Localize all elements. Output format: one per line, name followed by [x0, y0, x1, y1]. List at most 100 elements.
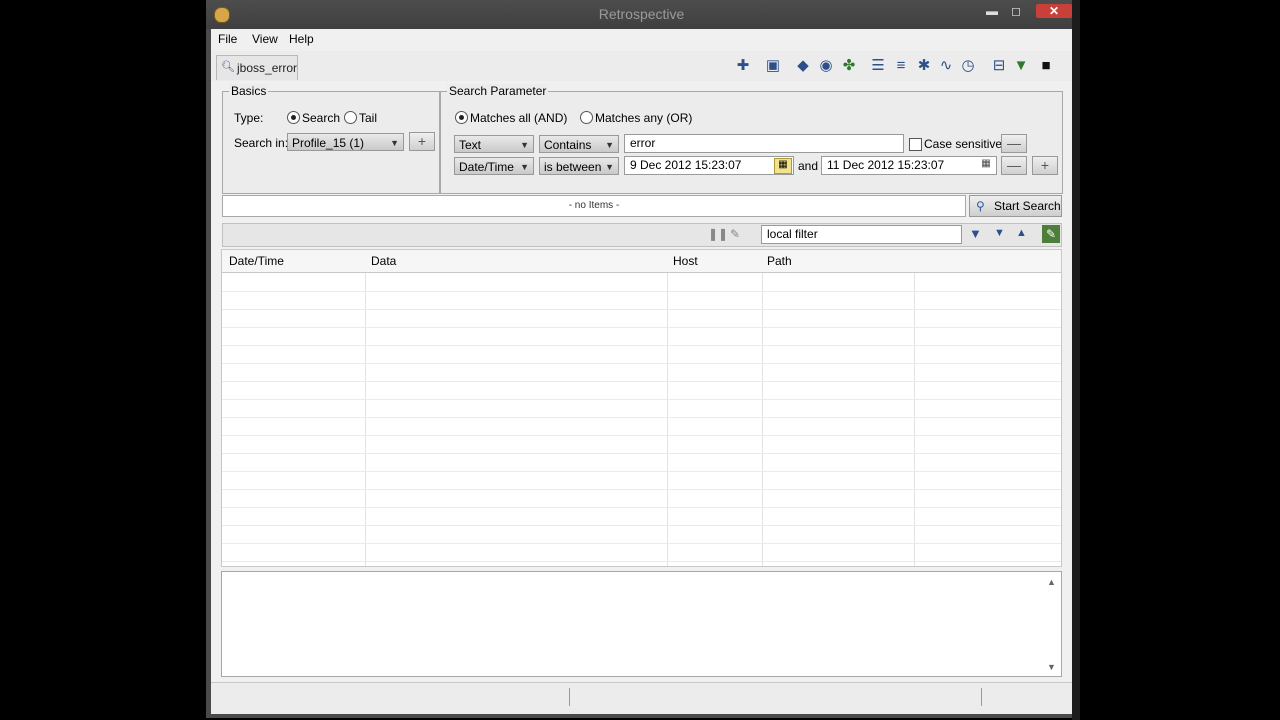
toolbar: 🔍︎ jboss_error ✚ ▣ ◆ ◉ ✤ ☰ ≡ ✱ ∿ ◷ ⊟ ▼ ■	[211, 51, 1072, 81]
column-divider	[914, 273, 915, 566]
search-parameter-group: Search Parameter Matches all (AND) Match…	[440, 84, 1063, 194]
tab-label: jboss_error	[237, 61, 298, 75]
status-divider	[569, 688, 570, 706]
star-icon[interactable]: ✱	[914, 56, 934, 76]
minimize-button[interactable]: ▬	[981, 4, 1003, 18]
title-bar[interactable]: Retrospective ▬ ◻ ✕	[206, 0, 1077, 29]
search-status-bar: - no Items -	[222, 195, 966, 217]
table-row-line	[222, 363, 1061, 364]
table-row-line	[222, 417, 1061, 418]
tab-jboss-error[interactable]: 🔍︎ jboss_error	[216, 55, 298, 80]
detail-pane[interactable]: ▲ ▼	[221, 571, 1062, 677]
type-label: Type:	[234, 111, 264, 125]
puzzle-icon[interactable]: ✤	[839, 56, 859, 76]
list-lines-icon[interactable]: ≡	[891, 56, 911, 76]
add-criteria-button[interactable]: +	[1032, 156, 1058, 175]
remove-criteria2-button[interactable]: —	[1001, 156, 1027, 175]
calendar-from-icon[interactable]: ▦	[774, 158, 792, 174]
basics-group: Basics Type: Search Tail Search in: Prof…	[222, 84, 440, 194]
date-from-input[interactable]: 9 Dec 2012 15:23:07	[624, 156, 794, 175]
leaf-icon[interactable]: ✎	[1042, 225, 1060, 243]
search-in-label: Search in:	[234, 136, 289, 150]
pause-icon[interactable]: ❚❚	[708, 227, 728, 241]
save-icon[interactable]: ▣	[763, 56, 783, 76]
close-button[interactable]: ✕	[1036, 4, 1072, 18]
maximize-button[interactable]: ◻	[1005, 4, 1027, 18]
search-parameter-legend: Search Parameter	[447, 84, 549, 98]
clock-icon[interactable]: ◷	[958, 56, 978, 76]
match-any-label: Matches any (OR)	[595, 111, 693, 125]
desktop-edge	[1072, 0, 1080, 720]
radio-tail[interactable]	[344, 111, 357, 124]
criteria1-value-input[interactable]: error	[624, 134, 904, 153]
calendar-to-icon[interactable]: ▦	[978, 158, 994, 172]
column-host[interactable]: Host	[673, 254, 698, 268]
table-row-line	[222, 327, 1061, 328]
case-sensitive-checkbox[interactable]	[909, 138, 922, 151]
scroll-down-icon[interactable]: ▼	[1047, 662, 1056, 672]
match-all-label: Matches all (AND)	[470, 111, 568, 125]
radio-search-label: Search	[302, 111, 341, 125]
diamond-icon[interactable]: ◆	[793, 56, 813, 76]
clear-icon[interactable]: ✎	[730, 227, 740, 241]
start-search-button[interactable]: ⚲ Start Search	[969, 195, 1062, 217]
eye-icon[interactable]: ◉	[816, 56, 836, 76]
criteria1-operator-combo[interactable]: Contains ▼	[539, 135, 619, 153]
tree-icon[interactable]: ⊟	[989, 56, 1009, 76]
add-icon[interactable]: ✚	[733, 56, 753, 76]
results-table-header: Date/Time Data Host Path	[221, 249, 1062, 273]
terminal-icon[interactable]: ■	[1036, 56, 1056, 76]
pulse-icon[interactable]: ∿	[936, 56, 956, 76]
column-divider	[667, 273, 668, 566]
comment-icon[interactable]: ▼	[1011, 56, 1031, 76]
criteria1-field-combo[interactable]: Text ▼	[454, 135, 534, 153]
table-row-line	[222, 471, 1061, 472]
criteria1-operator-value: Contains	[544, 138, 592, 152]
criteria2-field-combo[interactable]: Date/Time ▼	[454, 157, 534, 175]
table-row-line	[222, 507, 1061, 508]
search-icon: 🔍︎	[221, 61, 235, 73]
app-window: Retrospective ▬ ◻ ✕ File View Help 🔍︎ jb…	[206, 0, 1077, 718]
arrow-down-icon[interactable]: ▼	[994, 227, 1005, 239]
radio-match-any[interactable]	[580, 111, 593, 124]
column-datetime[interactable]: Date/Time	[229, 254, 284, 268]
scroll-up-icon[interactable]: ▲	[1047, 577, 1056, 587]
status-divider	[981, 688, 982, 706]
menu-view[interactable]: View	[252, 32, 278, 46]
and-label: and	[798, 159, 819, 173]
date-from-value: 9 Dec 2012 15:23:07	[630, 158, 742, 172]
criteria1-field-value: Text	[459, 138, 482, 152]
column-data[interactable]: Data	[371, 254, 396, 268]
date-to-input[interactable]: 11 Dec 2012 15:23:07	[821, 156, 997, 175]
menu-bar: File View Help	[211, 29, 1072, 49]
case-sensitive-label: Case sensitive	[924, 137, 1003, 151]
results-table-body[interactable]	[221, 273, 1062, 567]
local-filter-input[interactable]: local filter	[761, 225, 962, 244]
table-row-line	[222, 345, 1061, 346]
table-row-line	[222, 543, 1061, 544]
criteria2-field-value: Date/Time	[459, 160, 514, 174]
search-in-combo[interactable]: Profile_15 (1) ▼	[287, 133, 404, 151]
radio-match-all[interactable]	[455, 111, 468, 124]
column-path[interactable]: Path	[767, 254, 792, 268]
add-profile-button[interactable]: +	[409, 132, 435, 151]
menu-file[interactable]: File	[218, 32, 237, 46]
table-row-line	[222, 489, 1061, 490]
remove-criteria1-button[interactable]: —	[1001, 134, 1027, 153]
date-to-value: 11 Dec 2012 15:23:07	[827, 158, 945, 172]
table-row-line	[222, 525, 1061, 526]
menu-help[interactable]: Help	[289, 32, 314, 46]
radio-search[interactable]	[287, 111, 300, 124]
window-title: Retrospective	[598, 6, 685, 22]
basics-legend: Basics	[229, 84, 269, 98]
criteria2-operator-value: is between	[544, 160, 602, 174]
filter-icon[interactable]: ▼	[969, 226, 982, 241]
table-row-line	[222, 561, 1061, 562]
criteria2-operator-combo[interactable]: is between ▼	[539, 157, 619, 175]
list-icon[interactable]: ☰	[868, 56, 888, 76]
column-divider	[365, 273, 366, 566]
arrow-up-icon[interactable]: ▲	[1016, 227, 1027, 239]
table-row-line	[222, 291, 1061, 292]
status-bar	[211, 682, 1072, 714]
start-search-label: Start Search	[994, 199, 1061, 213]
